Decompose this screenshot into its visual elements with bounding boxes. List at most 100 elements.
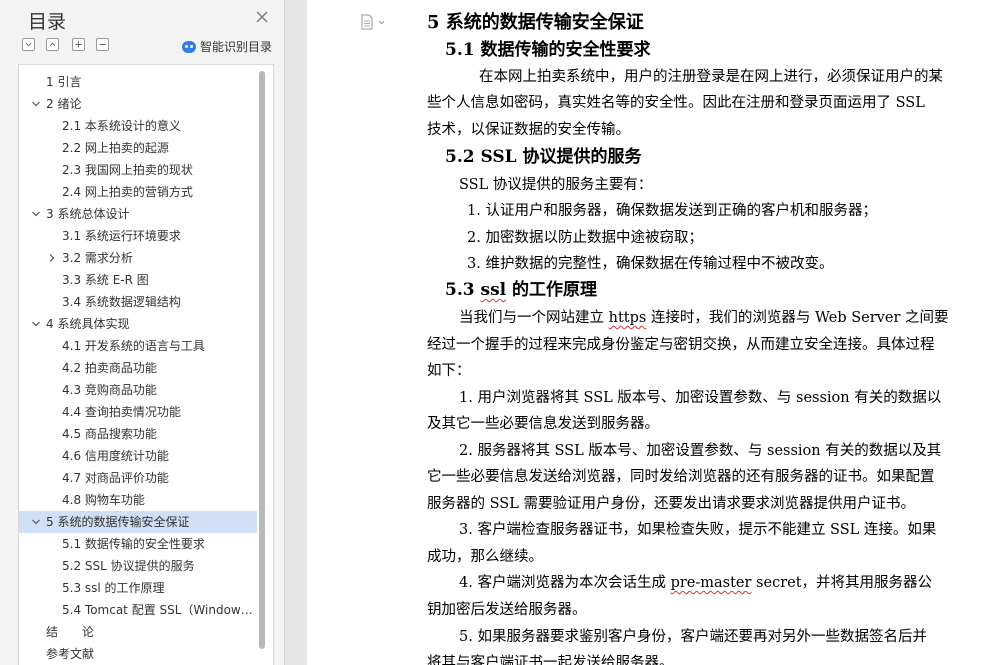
smart-toc-button[interactable]: 智能识别目录 [181,38,272,55]
chevron-right-icon[interactable] [47,253,57,263]
toc-item[interactable]: 3.1 系统运行环境要求 [19,225,257,247]
collapse-all-icon[interactable] [22,38,35,51]
text-run: 当我们与一个网站建立 [459,310,609,326]
pane-splitter[interactable] [285,0,307,665]
spellcheck-word: pre-master [670,575,752,591]
heading-5-1[interactable]: 5.1 数据传输的安全性要求 [445,37,651,64]
toc-item[interactable]: 结 论 [19,621,257,643]
toc-item[interactable]: 5 系统的数据传输安全保证 [19,511,257,533]
toc-item[interactable]: 2 绪论 [19,93,257,115]
toc-item[interactable]: 4 系统具体实现 [19,313,257,335]
toc-item[interactable]: 3.3 系统 E-R 图 [19,269,257,291]
list-item: 2. 加密数据以防止数据中途被窃取； [467,230,703,246]
paragraph: 及其它一些必要信息发送到服务器。 [427,416,659,432]
heading-text: 的工作原理 [506,280,598,300]
toc-item[interactable]: 5.1 数据传输的安全性要求 [19,533,257,555]
toc-item-label: 结 论 [46,625,95,639]
toc-item[interactable]: 4.8 购物车功能 [19,489,257,511]
document-page: 5 系统的数据传输安全保证 5.1 数据传输的安全性要求 在本网上拍卖系统中，用… [307,0,991,665]
toc-item[interactable]: 3 系统总体设计 [19,203,257,225]
text-run: 4. 客户端浏览器为本次会话生成 [459,575,671,591]
robot-icon [181,40,196,53]
toc-item-label: 2 绪论 [46,97,82,111]
paragraph: 经过一个握手的过程来完成身份鉴定与密钥交换，从而建立安全连接。具体过程 [427,337,935,353]
paragraph: 4. 客户端浏览器为本次会话生成 pre-master secret，并将其用服… [459,570,932,597]
toc-item[interactable]: 4.7 对商品评价功能 [19,467,257,489]
toc-item[interactable]: 2.1 本系统设计的意义 [19,115,257,137]
toc-item[interactable]: 4.6 信用度统计功能 [19,445,257,467]
toc-item-label: 4 系统具体实现 [46,317,130,331]
toc-item[interactable]: 2.3 我国网上拍卖的现状 [19,159,257,181]
toc-item-label: 3.4 系统数据逻辑结构 [62,295,181,309]
toc-item[interactable]: 2.2 网上拍卖的起源 [19,137,257,159]
document-menu-icon[interactable] [360,14,390,30]
toc-item[interactable]: 4.2 拍卖商品功能 [19,357,257,379]
toc-item-label: 5.3 ssl 的工作原理 [62,581,165,595]
toc-item-label: 5.1 数据传输的安全性要求 [62,537,205,551]
toc-item-label: 参考文献 [46,647,95,661]
chevron-down-icon[interactable] [31,517,41,527]
paragraph: 当我们与一个网站建立 https 连接时，我们的浏览器与 Web Server … [459,305,949,332]
toc-scrollbar[interactable] [259,71,265,656]
toc-item-label: 2.4 网上拍卖的营销方式 [62,185,193,199]
toc-item-label: 3.3 系统 E-R 图 [62,273,149,287]
toc-item-label: 4.4 查询拍卖情况功能 [62,405,181,419]
toc-pane: 目录 智能识别目录 1 引言 2 绪论 2.1 本系统设计的意义 2.2 网上拍卖的起… [0,0,285,665]
toc-list: 1 引言 2 绪论 2.1 本系统设计的意义 2.2 网上拍卖的起源 2.3 我国网上拍… [19,71,257,665]
toc-scrollbar-thumb[interactable] [259,71,265,649]
paragraph: 3. 客户端检查服务器证书，如果检查失败，提示不能建立 SSL 连接。如果 [459,522,937,538]
toc-item[interactable]: 4.3 竞购商品功能 [19,379,257,401]
toc-item[interactable]: 3.2 需求分析 [19,247,257,269]
toc-item[interactable]: 2.4 网上拍卖的营销方式 [19,181,257,203]
paragraph: 成功，那么继续。 [427,549,543,565]
toc-list-box: 1 引言 2 绪论 2.1 本系统设计的意义 2.2 网上拍卖的起源 2.3 我国网上拍… [18,64,274,665]
smart-toc-label: 智能识别目录 [199,40,272,54]
toc-item-label: 4.3 竞购商品功能 [62,383,157,397]
text-run: secret，并将其用服务器公 [751,575,933,591]
chevron-down-icon[interactable] [31,319,41,329]
heading-number: 5.3 [445,280,481,300]
toc-item-label: 2.1 本系统设计的意义 [62,119,181,133]
paragraph: 些个人信息如密码，真实姓名等的安全性。因此在注册和登录页面运用了 SSL [427,95,925,111]
toc-item-label: 4.5 商品搜索功能 [62,427,157,441]
toc-item[interactable]: 5.2 SSL 协议提供的服务 [19,555,257,577]
remove-heading-icon[interactable] [96,38,109,51]
text-run: 连接时，我们的浏览器与 Web Server 之间要 [646,310,949,326]
add-heading-icon[interactable] [72,38,85,51]
close-icon[interactable] [254,9,270,25]
toc-item-label: 4.8 购物车功能 [62,493,145,507]
toc-item[interactable]: 5.3 ssl 的工作原理 [19,577,257,599]
expand-all-icon[interactable] [46,38,59,51]
toc-item[interactable]: 4.1 开发系统的语言与工具 [19,335,257,357]
paragraph: 钥加密后发送给服务器。 [427,602,587,618]
paragraph: 在本网上拍卖系统中，用户的注册登录是在网上进行，必须保证用户的某 [479,69,943,85]
chevron-down-icon[interactable] [31,209,41,219]
toc-item-label: 4.2 拍卖商品功能 [62,361,157,375]
spellcheck-word: ssl [480,280,507,300]
toc-item-label: 3.1 系统运行环境要求 [62,229,181,243]
toc-item[interactable]: 4.5 商品搜索功能 [19,423,257,445]
toc-item[interactable]: 1 引言 [19,71,257,93]
paragraph: 如下： [427,363,471,379]
paragraph: 技术，以保证数据的安全传输。 [427,122,630,138]
toc-item-label: 3.2 需求分析 [62,251,133,265]
toc-item-label: 2.2 网上拍卖的起源 [62,141,169,155]
paragraph: 将其与客户端证书一起发送给服务器。 [427,655,674,665]
chevron-down-icon[interactable] [31,99,41,109]
paragraph: SSL 协议提供的服务主要有： [459,177,653,193]
toc-item-label: 4.6 信用度统计功能 [62,449,169,463]
toc-item-label: 5.4 Tomcat 配置 SSL（Window … [62,603,253,617]
toc-item[interactable]: 4.4 查询拍卖情况功能 [19,401,257,423]
paragraph: 它一些必要信息发送给浏览器，同时发给浏览器的还有服务器的证书。如果配置 [427,469,935,485]
toc-item-label: 4.7 对商品评价功能 [62,471,169,485]
toc-item[interactable]: 3.4 系统数据逻辑结构 [19,291,257,313]
heading-5-3[interactable]: 5.3 ssl 的工作原理 [445,277,597,304]
spellcheck-word: https [608,310,647,326]
toc-item[interactable]: 参考文献 [19,643,257,665]
toc-item-label: 5 系统的数据传输安全保证 [46,515,190,529]
paragraph: 2. 服务器将其 SSL 版本号、加密设置参数、与 session 有关的数据以… [459,443,942,459]
heading-chapter-5[interactable]: 5 系统的数据传输安全保证 [427,10,644,37]
toc-item[interactable]: 5.4 Tomcat 配置 SSL（Window … [19,599,257,621]
paragraph: 5. 如果服务器要求鉴别客户身份，客户端还要再对另外一些数据签名后并 [459,629,927,645]
heading-5-2[interactable]: 5.2 SSL 协议提供的服务 [445,144,642,171]
